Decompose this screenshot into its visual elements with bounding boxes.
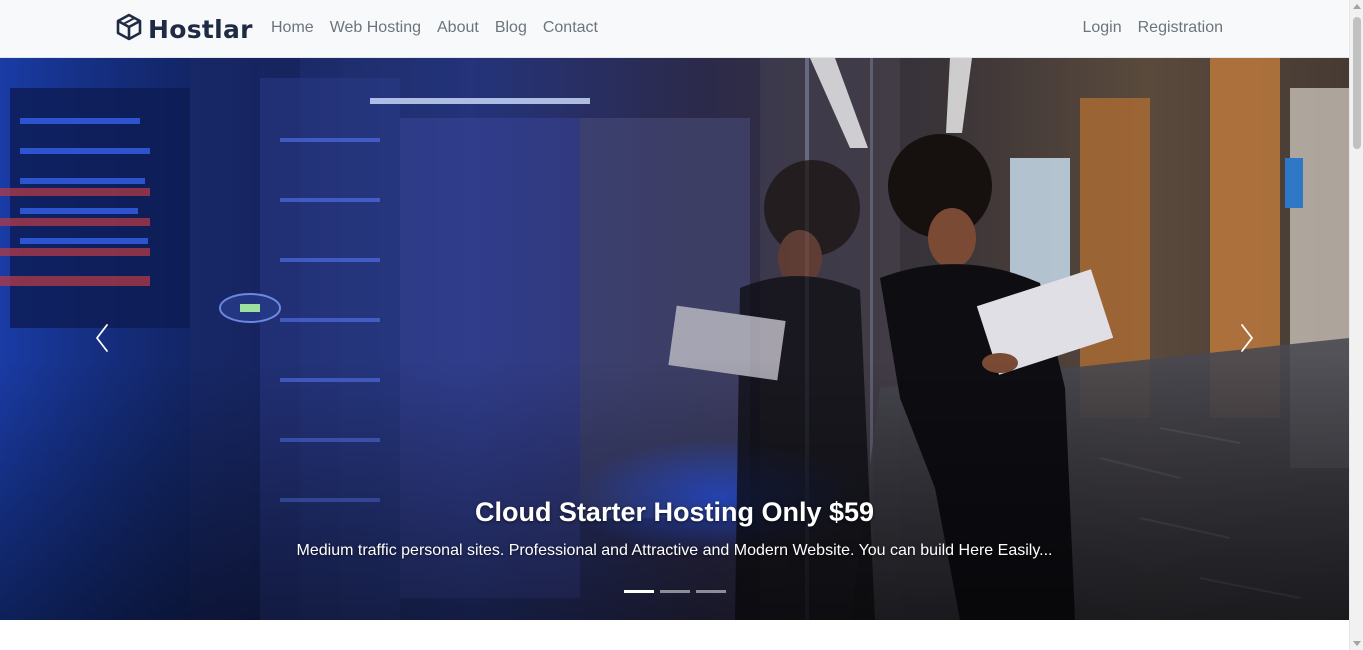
scroll-up-icon[interactable] — [1353, 4, 1361, 9]
nav-link-contact[interactable]: Contact — [535, 17, 606, 39]
nav-link-about[interactable]: About — [429, 17, 487, 39]
nav-link-web-hosting[interactable]: Web Hosting — [322, 17, 429, 39]
main-nav: Home Web Hosting About Blog Contact — [263, 17, 606, 39]
hero-slide-image — [0, 58, 1349, 620]
nav-link-blog[interactable]: Blog — [487, 17, 535, 39]
brand-name: Hostlar — [148, 14, 253, 44]
carousel-indicator-3[interactable] — [696, 590, 726, 593]
vertical-scrollbar[interactable] — [1349, 0, 1363, 650]
carousel-indicators — [624, 590, 726, 593]
chevron-right-icon — [1241, 324, 1253, 352]
page-content-area — [0, 620, 1349, 650]
top-navbar: Hostlar Home Web Hosting About Blog Cont… — [0, 0, 1349, 58]
carousel-next-button[interactable] — [1232, 313, 1262, 363]
scroll-thumb[interactable] — [1353, 17, 1361, 149]
carousel-indicator-2[interactable] — [660, 590, 690, 593]
account-nav: Login Registration — [1074, 17, 1231, 39]
chevron-left-icon — [96, 324, 108, 352]
login-link[interactable]: Login — [1074, 17, 1129, 39]
nav-link-home[interactable]: Home — [263, 17, 322, 39]
registration-link[interactable]: Registration — [1130, 17, 1231, 39]
hero-carousel: Cloud Starter Hosting Only $59 Medium tr… — [0, 58, 1349, 620]
brand-logo[interactable]: Hostlar — [116, 13, 253, 46]
carousel-indicator-1[interactable] — [624, 590, 654, 593]
cube-icon — [116, 13, 142, 46]
carousel-prev-button[interactable] — [87, 313, 117, 363]
scroll-down-icon[interactable] — [1353, 641, 1361, 646]
